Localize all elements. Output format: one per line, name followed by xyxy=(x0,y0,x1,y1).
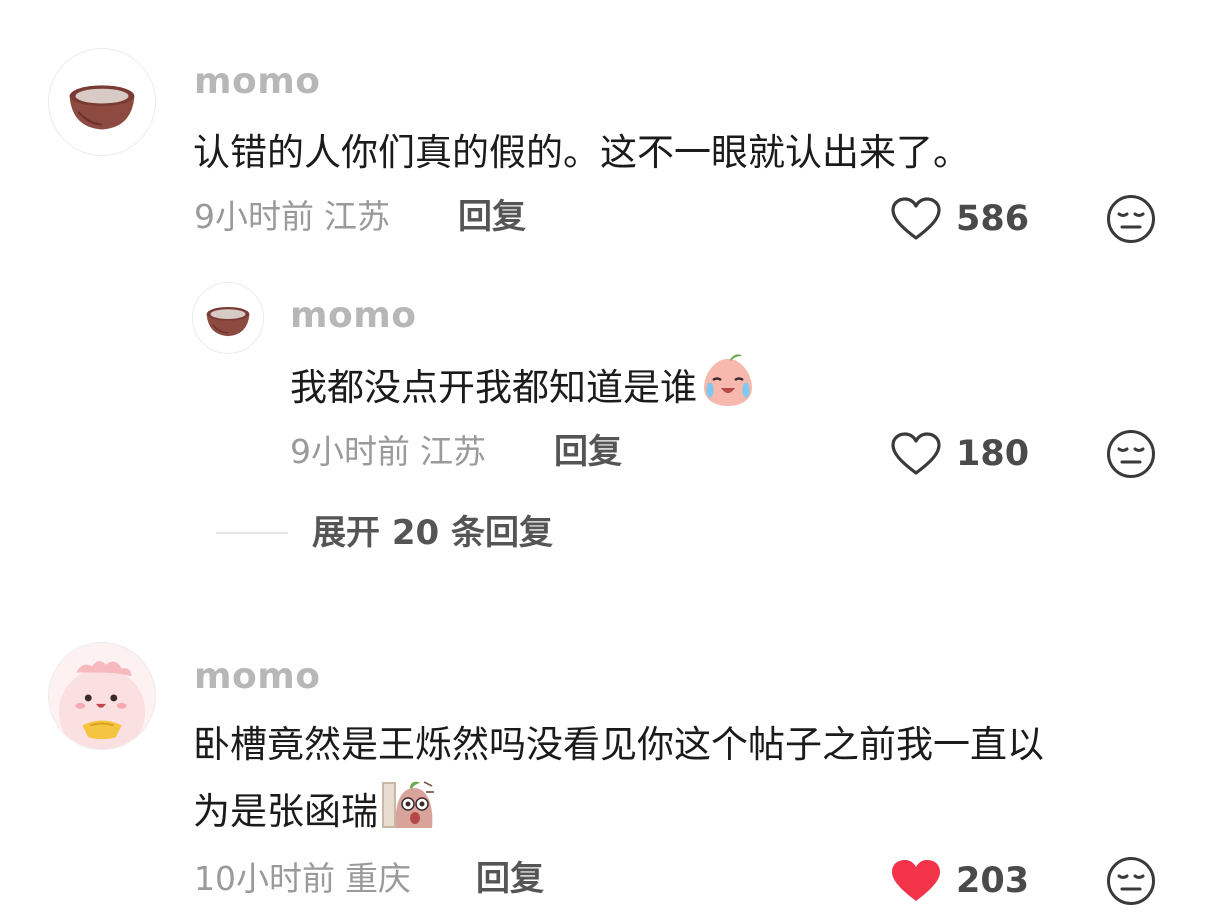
coconut-bowl-icon xyxy=(69,85,135,130)
comment-location: 江苏 xyxy=(420,432,486,471)
reply-button[interactable]: 回复 xyxy=(554,435,622,469)
like-button[interactable]: 180 xyxy=(890,431,1029,477)
like-button[interactable]: 203 xyxy=(890,858,1029,904)
username[interactable]: momo xyxy=(194,64,321,100)
reply-text: 我都没点开我都知道是谁 xyxy=(290,366,697,409)
neutral-face-button[interactable] xyxy=(1106,856,1156,906)
reply-button[interactable]: 回复 xyxy=(476,862,544,896)
comment-meta: 10小时前 重庆 xyxy=(194,862,411,895)
comment-time: 9小时前 xyxy=(194,197,314,236)
username[interactable]: momo xyxy=(290,298,417,334)
neutral-face-icon xyxy=(1107,430,1155,478)
crying-peach-emoji xyxy=(699,352,757,427)
like-count: 203 xyxy=(956,860,1030,901)
like-count: 586 xyxy=(956,198,1030,239)
avatar[interactable] xyxy=(48,48,156,156)
comment-text-line: 卧槽竟然是王烁然吗没看见你这个帖子之前我一直以 xyxy=(193,723,1044,766)
comment-location: 重庆 xyxy=(345,859,411,898)
heart-outline-icon xyxy=(891,432,941,475)
avatar[interactable] xyxy=(192,282,264,354)
reply-button[interactable]: 回复 xyxy=(458,200,526,234)
comment-time: 9小时前 xyxy=(290,432,410,471)
heart-outline-icon xyxy=(891,197,941,240)
username[interactable]: momo xyxy=(194,659,321,695)
expand-replies-button[interactable]: 展开 20 条回复 xyxy=(312,516,553,550)
comment-meta: 9小时前 江苏 xyxy=(290,435,486,468)
comment-text-line: 为是张函瑞 xyxy=(193,776,1044,851)
coconut-bowl-icon xyxy=(206,306,250,337)
comment-meta: 9小时前 江苏 xyxy=(194,200,390,233)
comment-text: 卧槽竟然是王烁然吗没看见你这个帖子之前我一直以 为是张函瑞 xyxy=(193,714,1044,851)
heart-filled-icon xyxy=(892,860,940,901)
comment-text: 认错的人你们真的假的。这不一眼就认出来了。 xyxy=(193,131,970,174)
comment-location: 江苏 xyxy=(324,197,390,236)
neutral-face-button[interactable] xyxy=(1106,194,1156,244)
avatar[interactable] xyxy=(48,642,156,750)
like-count: 180 xyxy=(956,433,1030,474)
expand-divider xyxy=(216,532,288,534)
comment-time: 10小时前 xyxy=(194,859,335,898)
neutral-face-icon xyxy=(1107,857,1155,905)
like-button[interactable]: 586 xyxy=(890,196,1029,242)
comment-text: 我都没点开我都知道是谁 xyxy=(290,352,757,427)
neutral-face-icon xyxy=(1107,195,1155,243)
pink-cartoon-avatar-icon xyxy=(49,643,155,749)
neutral-face-button[interactable] xyxy=(1106,429,1156,479)
comment-text-fragment: 为是张函瑞 xyxy=(193,790,378,833)
peeking-potato-emoji xyxy=(380,776,436,851)
